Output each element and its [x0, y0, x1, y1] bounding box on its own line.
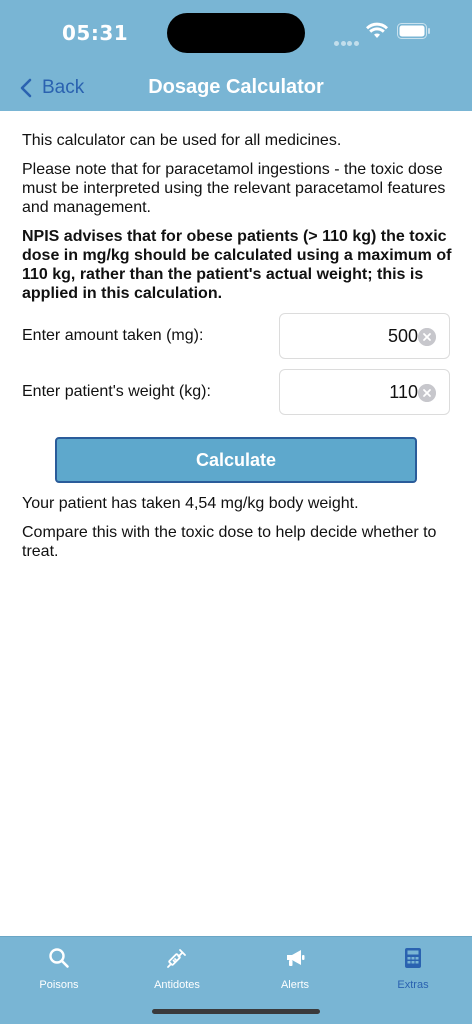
result-block: Your patient has taken 4,54 mg/kg body w…	[22, 494, 452, 561]
clear-icon[interactable]	[418, 384, 436, 402]
amount-field[interactable]	[279, 313, 450, 359]
status-time: 05:31	[62, 21, 129, 45]
page-title: Dosage Calculator	[148, 76, 324, 98]
tab-alerts[interactable]: Alerts	[236, 937, 354, 997]
calculator-icon	[405, 948, 421, 968]
paracetamol-note: Please note that for paracetamol ingesti…	[22, 161, 446, 216]
cellular-signal-icon	[334, 33, 360, 51]
search-icon	[49, 948, 69, 968]
syringe-icon	[167, 949, 186, 968]
navigation-bar: Back Dosage Calculator	[0, 62, 472, 111]
weight-input[interactable]	[286, 370, 418, 414]
status-bar: 05:31	[0, 0, 472, 62]
tab-label: Alerts	[280, 979, 310, 991]
tab-label: Poisons	[39, 979, 79, 991]
tab-label: Extras	[397, 979, 429, 991]
result-text: Your patient has taken 4,54 mg/kg body w…	[22, 495, 359, 512]
result-advice: Compare this with the toxic dose to help…	[22, 524, 437, 560]
tab-extras[interactable]: Extras	[354, 937, 472, 997]
wifi-icon	[366, 22, 388, 38]
weight-label: Enter patient's weight (kg):	[22, 383, 211, 400]
megaphone-icon	[287, 950, 305, 966]
dynamic-island	[167, 13, 305, 53]
tab-poisons[interactable]: Poisons	[0, 937, 118, 997]
battery-icon	[397, 23, 430, 39]
top-bar: 05:31 Back Dosage Calculator	[0, 0, 472, 111]
clear-icon[interactable]	[418, 328, 436, 346]
npis-advice: NPIS advises that for obese patients (> …	[22, 228, 452, 302]
intro-text: This calculator can be used for all medi…	[22, 131, 452, 303]
weight-field[interactable]	[279, 369, 450, 415]
amount-label: Enter amount taken (mg):	[22, 327, 204, 344]
calculate-button[interactable]: Calculate	[55, 437, 417, 483]
home-indicator	[152, 1009, 320, 1014]
intro-paragraph: This calculator can be used for all medi…	[22, 132, 342, 149]
tab-label: Antidotes	[154, 979, 200, 991]
amount-input[interactable]	[286, 314, 418, 358]
weight-row: Enter patient's weight (kg):	[22, 369, 450, 415]
tab-antidotes[interactable]: Antidotes	[118, 937, 236, 997]
amount-row: Enter amount taken (mg):	[22, 313, 450, 359]
